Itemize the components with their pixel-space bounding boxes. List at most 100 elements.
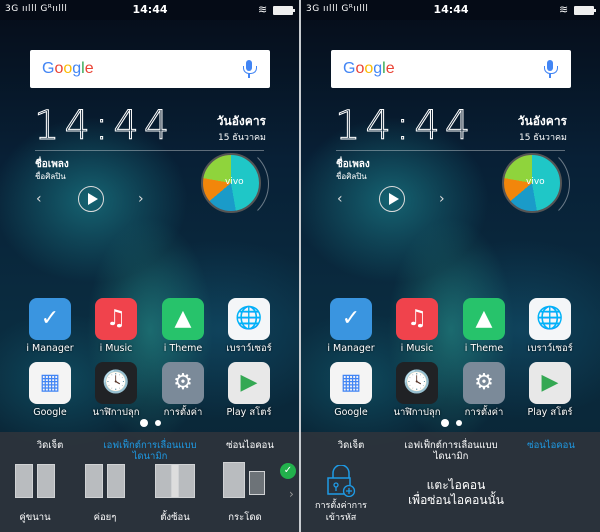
- lock-add-icon[interactable]: [326, 465, 356, 497]
- app-label: i Manager: [26, 343, 74, 354]
- app-นาฬิกาปลุก[interactable]: 🕓 นาฬิกาปลุก: [387, 362, 447, 419]
- app-i-manager[interactable]: ✓ i Manager: [20, 298, 80, 355]
- previous-track-button[interactable]: ‹: [337, 191, 343, 207]
- clock-day: วันอังคาร: [216, 114, 266, 128]
- clock-date: 15 ธันวาคม: [518, 133, 567, 143]
- effect-preview: [223, 462, 265, 498]
- app-นาฬิกาปลุก[interactable]: 🕓 นาฬิกาปลุก: [86, 362, 146, 419]
- hint-line-1: แตะไอคอน: [426, 478, 486, 492]
- song-title: ชื่อเพลง: [336, 159, 370, 170]
- tab-hide-icons[interactable]: ซ่อนไอคอน: [210, 440, 290, 451]
- play-button[interactable]: [78, 186, 104, 212]
- clock-icon: 🕓: [396, 362, 438, 404]
- play-store-icon: ▶: [228, 362, 270, 404]
- edit-panel: วิดเจ็ต เอฟเฟ็กต์การเลื่อนแบบ ไดนามิก ซ่…: [301, 432, 600, 532]
- app-label: Play สโตร์: [226, 407, 272, 418]
- next-track-button[interactable]: ›: [439, 191, 445, 207]
- home-screen-1: 3G ıılll Gᴿıılll 14:44 ≋ Google 14:44 วั…: [0, 0, 300, 532]
- shield-check-icon: ✓: [29, 298, 71, 340]
- song-artist: ชื่อศิลปิน: [336, 172, 367, 181]
- edit-panel: วิดเจ็ต เอฟเฟ็กต์การเลื่อนแบบ ไดนามิก ซ่…: [0, 432, 300, 532]
- app-i-music[interactable]: ♫ i Music: [387, 298, 447, 355]
- effect-option-4[interactable]: [215, 462, 275, 498]
- google-logo: Google: [343, 60, 395, 77]
- app-label: เบราว์เซอร์: [527, 343, 573, 354]
- app-play-สโตร์[interactable]: ▶ Play สโตร์: [219, 362, 279, 419]
- clock-date: 15 ธันวาคม: [217, 133, 266, 143]
- play-button[interactable]: [379, 186, 405, 212]
- effect-label: ค่อยๆ: [93, 512, 117, 523]
- effect-option-2[interactable]: [75, 464, 135, 498]
- app-i-manager[interactable]: ✓ i Manager: [321, 298, 381, 355]
- app-google[interactable]: ▦ Google: [20, 362, 80, 419]
- globe-icon: 🌐: [228, 298, 270, 340]
- effect-preview: [155, 464, 195, 498]
- effect-label: ตั้งซ้อน: [160, 512, 190, 523]
- app-เบราว์เซอร์[interactable]: 🌐 เบราว์เซอร์: [520, 298, 580, 355]
- app-play-สโตร์[interactable]: ▶ Play สโตร์: [520, 362, 580, 419]
- app-label: Google: [33, 407, 67, 418]
- tab-widgets[interactable]: วิดเจ็ต: [321, 440, 381, 451]
- app-i-music[interactable]: ♫ i Music: [86, 298, 146, 355]
- app-google[interactable]: ▦ Google: [321, 362, 381, 419]
- status-bar: 3G ıılll Gᴿıılll 14:44 ≋: [0, 0, 300, 20]
- page-dot[interactable]: [456, 420, 462, 426]
- app-label: i Theme: [464, 343, 504, 354]
- app-การตั้งค่า[interactable]: ⚙ การตั้งค่า: [153, 362, 213, 419]
- battery-charging-icon: [273, 6, 295, 15]
- status-time: 14:44: [433, 3, 469, 16]
- app-เบราว์เซอร์[interactable]: 🌐 เบราว์เซอร์: [219, 298, 279, 355]
- next-track-button[interactable]: ›: [138, 191, 144, 207]
- vivo-logo: vivo: [225, 177, 244, 187]
- mic-icon[interactable]: [243, 60, 257, 78]
- effect-preview: [85, 464, 125, 498]
- page-dot-active[interactable]: [441, 419, 449, 427]
- google-search-bar[interactable]: Google: [331, 50, 571, 88]
- status-time: 14:44: [132, 3, 168, 16]
- google-search-bar[interactable]: Google: [30, 50, 270, 88]
- google-logo: Google: [42, 60, 94, 77]
- song-title: ชื่อเพลง: [35, 159, 69, 170]
- effect-option-1[interactable]: [5, 464, 65, 498]
- theme-icon: ▲: [463, 298, 505, 340]
- chevron-right-icon[interactable]: ›: [289, 487, 294, 501]
- wifi-icon: ≋: [258, 3, 268, 16]
- app-label: Play สโตร์: [527, 407, 573, 418]
- music-note-icon: ♫: [95, 298, 137, 340]
- clock-day: วันอังคาร: [517, 114, 567, 128]
- status-bar: 3G ıılll Gᴿıılll 14:44 ≋: [301, 0, 600, 20]
- clock-icon: 🕓: [95, 362, 137, 404]
- encryption-settings-label[interactable]: การตั้งค่าการ เข้ารหัส: [301, 500, 381, 524]
- gear-icon: ⚙: [463, 362, 505, 404]
- wifi-icon: ≋: [559, 3, 569, 16]
- tab-widgets[interactable]: วิดเจ็ต: [20, 440, 80, 451]
- tab-hide-icons[interactable]: ซ่อนไอคอน: [511, 440, 591, 451]
- previous-track-button[interactable]: ‹: [36, 191, 42, 207]
- clock-time[interactable]: 14:44: [33, 104, 174, 149]
- theme-icon: ▲: [162, 298, 204, 340]
- app-label: i Theme: [163, 343, 203, 354]
- tab-scroll-effects[interactable]: เอฟเฟ็กต์การเลื่อนแบบ ไดนามิก: [85, 440, 215, 462]
- app-label: i Music: [99, 343, 133, 354]
- page-dot[interactable]: [155, 420, 161, 426]
- app-label: Google: [334, 407, 368, 418]
- song-artist: ชื่อศิลปิน: [35, 172, 66, 181]
- shield-check-icon: ✓: [330, 298, 372, 340]
- app-i-theme[interactable]: ▲ i Theme: [153, 298, 213, 355]
- app-การตั้งค่า[interactable]: ⚙ การตั้งค่า: [454, 362, 514, 419]
- page-dot-active[interactable]: [140, 419, 148, 427]
- vivo-music-disc[interactable]: vivo: [201, 153, 261, 213]
- mic-icon[interactable]: [544, 60, 558, 78]
- hide-icon-hint: แตะไอคอน เพื่อซ่อนไอคอนนั้น: [386, 478, 526, 508]
- music-note-icon: ♫: [396, 298, 438, 340]
- check-icon: ✓: [280, 463, 296, 479]
- clock-time[interactable]: 14:44: [334, 104, 475, 149]
- effect-label: กระโดด: [228, 512, 262, 523]
- hint-line-2: เพื่อซ่อนไอคอนนั้น: [408, 493, 504, 507]
- tab-scroll-effects[interactable]: เอฟเฟ็กต์การเลื่อนแบบ ไดนามิก: [386, 440, 516, 462]
- gear-icon: ⚙: [162, 362, 204, 404]
- vivo-music-disc[interactable]: vivo: [502, 153, 562, 213]
- app-i-theme[interactable]: ▲ i Theme: [454, 298, 514, 355]
- app-label: เบราว์เซอร์: [226, 343, 272, 354]
- effect-option-3[interactable]: [145, 464, 205, 498]
